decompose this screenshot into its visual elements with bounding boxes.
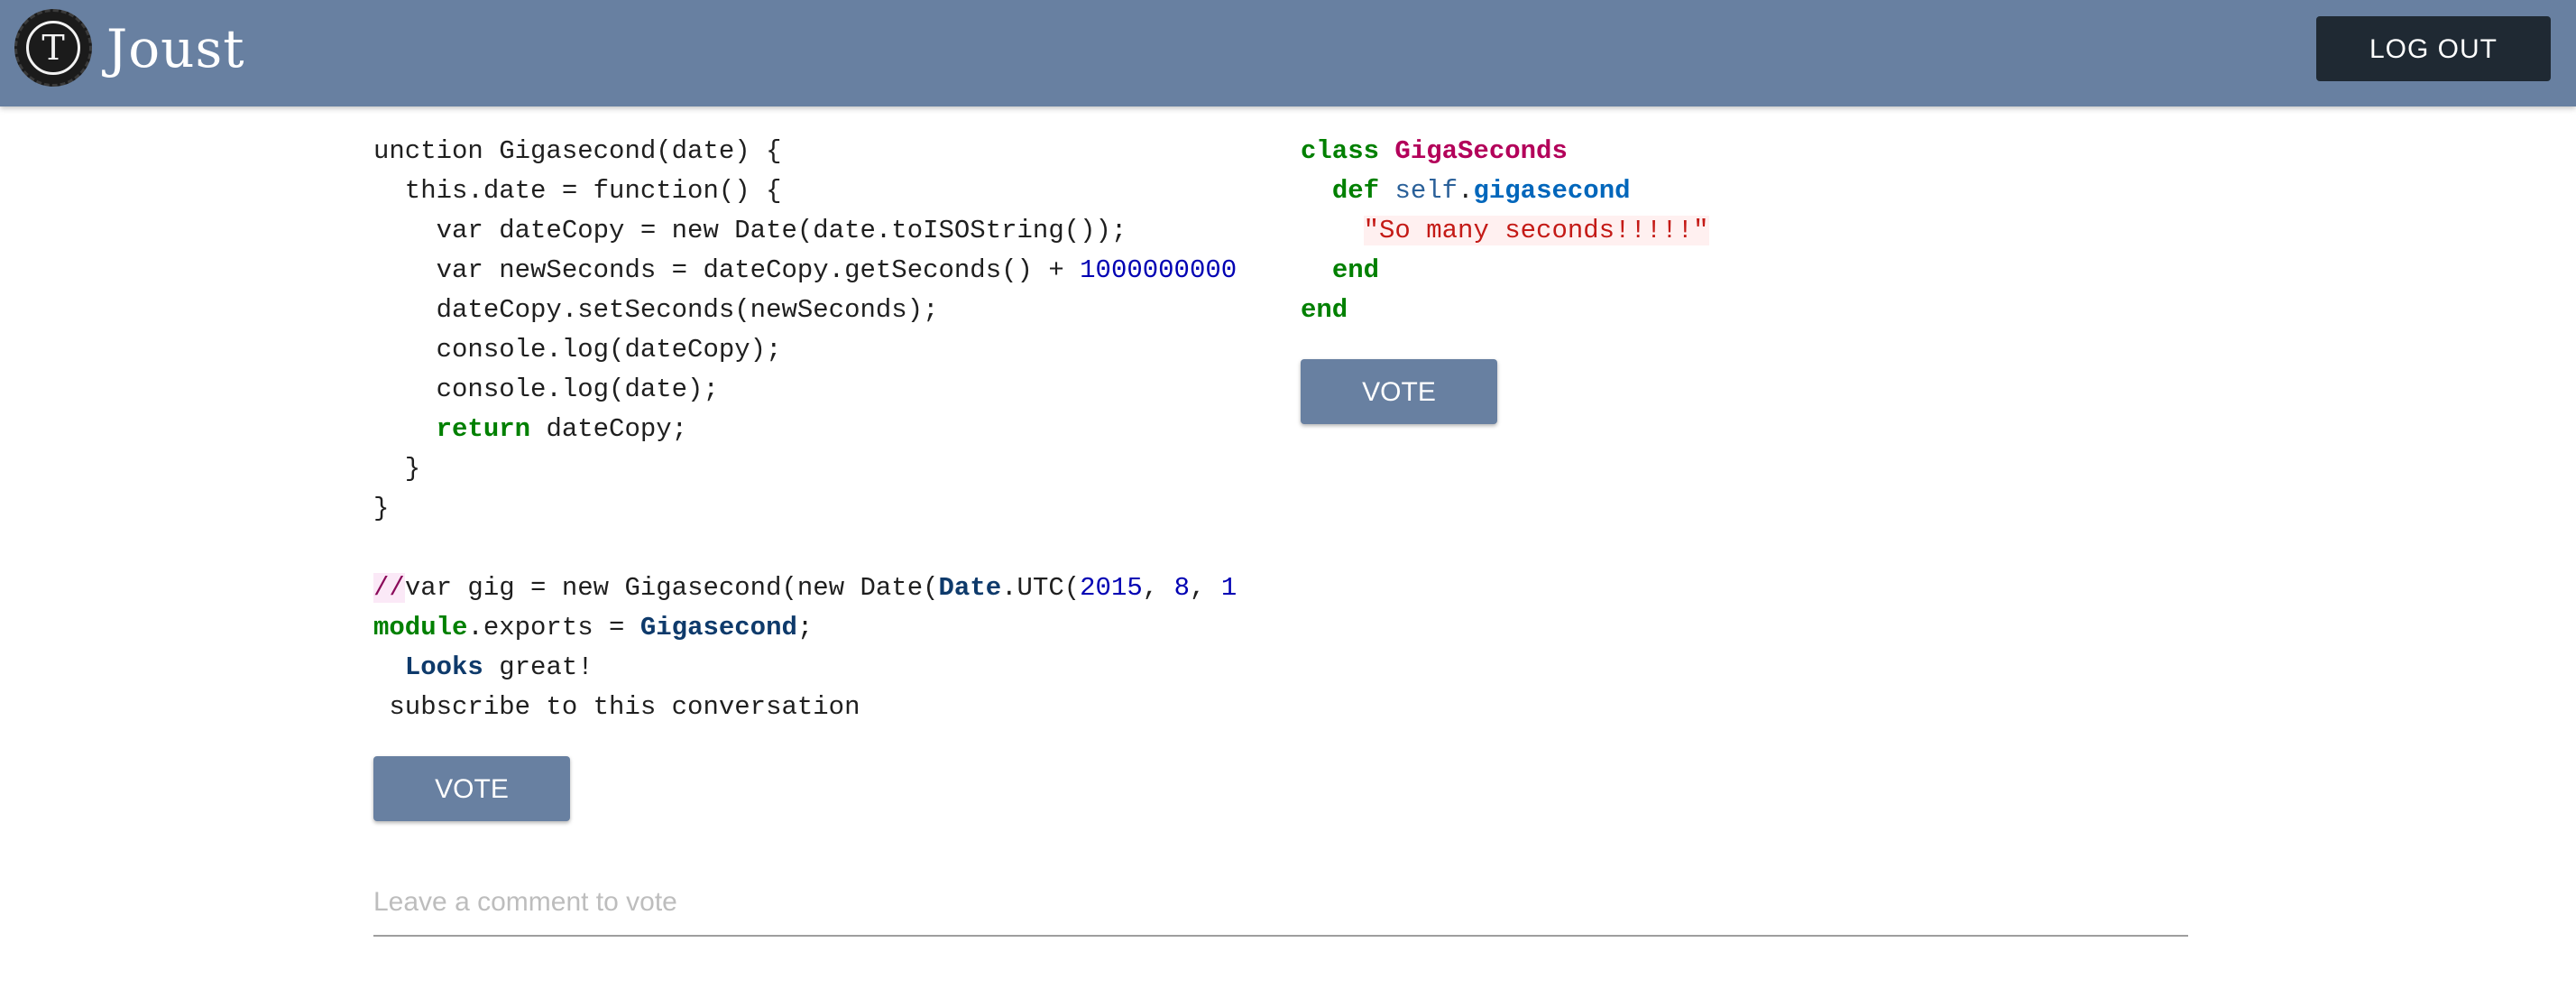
code-token: 2015 (1080, 573, 1143, 603)
code-token: Date (938, 573, 1002, 603)
code-token: var dateCopy = new Date(date.toISOString… (373, 216, 1127, 245)
code-token: , (1142, 573, 1174, 603)
top-bar: T Joust LOG OUT (0, 0, 2576, 106)
brand-title[interactable]: Joust (106, 13, 245, 85)
code-line: subscribe to this conversation (373, 688, 1261, 727)
code-token: .exports = (467, 613, 640, 642)
code-token: end (1331, 255, 1380, 285)
code-line: this.date = function() { (373, 171, 1261, 211)
code-line: console.log(date); (373, 370, 1261, 410)
code-token: subscribe to this conversation (373, 692, 860, 722)
code-token: dateCopy.setSeconds(newSeconds); (373, 295, 939, 325)
code-line: dateCopy.setSeconds(newSeconds); (373, 291, 1261, 330)
logout-button[interactable]: LOG OUT (2316, 16, 2551, 81)
code-line: end (1301, 251, 1842, 291)
code-token: console.log(dateCopy); (373, 335, 782, 365)
code-token: , (1190, 573, 1221, 603)
code-token: 1 (1220, 573, 1237, 603)
code-line: console.log(dateCopy); (373, 330, 1261, 370)
comment-input[interactable] (373, 870, 2188, 937)
right-code-block: class GigaSeconds def self.gigasecond "S… (1301, 132, 1842, 330)
code-line: module.exports = Gigasecond; (373, 608, 1261, 648)
code-token: Gigasecond (639, 613, 797, 642)
code-token: // (373, 573, 405, 603)
code-line: } (373, 489, 1261, 529)
code-line: var newSeconds = dateCopy.getSeconds() +… (373, 251, 1261, 291)
code-line: def self.gigasecond (1301, 171, 1842, 211)
code-token: Looks (404, 652, 483, 682)
code-line: //var gig = new Gigasecond(new Date(Date… (373, 568, 1261, 608)
code-token: "So many seconds!!!!!" (1363, 216, 1709, 245)
code-token: gigasecond (1473, 176, 1631, 206)
code-token: 8 (1173, 573, 1190, 603)
code-token: def (1331, 176, 1380, 206)
code-token: module (373, 613, 468, 642)
code-token: this.date = function() { (373, 176, 782, 206)
left-code-block: unction Gigasecond(date) { this.date = f… (373, 132, 1261, 727)
code-token: GigaSeconds (1394, 136, 1568, 166)
code-token: } (373, 454, 421, 484)
code-token: ; (796, 613, 814, 642)
vote-button-right[interactable]: VOTE (1301, 359, 1497, 424)
code-line: return dateCopy; (373, 410, 1261, 449)
code-token: great! (483, 652, 593, 682)
code-token: end (1301, 295, 1348, 325)
code-token: self (1394, 176, 1458, 206)
code-token: dateCopy; (530, 414, 688, 444)
code-line: end (1301, 291, 1842, 330)
code-token: . (1458, 176, 1474, 206)
code-token: class (1301, 136, 1380, 166)
code-token: console.log(date); (373, 374, 719, 404)
code-token: return (436, 414, 531, 444)
code-token: } (373, 494, 390, 523)
code-token: 1000000000 (1080, 255, 1237, 285)
code-line: } (373, 449, 1261, 489)
code-line: "So many seconds!!!!!" (1301, 211, 1842, 251)
code-line: var dateCopy = new Date(date.toISOString… (373, 211, 1261, 251)
code-token: var gig = new Gigasecond(new Date( (404, 573, 939, 603)
logo-letter: T (26, 21, 80, 75)
vote-button-left[interactable]: VOTE (373, 756, 570, 821)
code-line: Looks great! (373, 648, 1261, 688)
code-token: .UTC( (1001, 573, 1081, 603)
code-token: var newSeconds = dateCopy.getSeconds() + (373, 255, 1081, 285)
code-line: class GigaSeconds (1301, 132, 1842, 171)
joust-logo-icon[interactable]: T (14, 9, 92, 87)
code-token: unction Gigasecond(date) { (373, 136, 782, 166)
code-line: unction Gigasecond(date) { (373, 132, 1261, 171)
